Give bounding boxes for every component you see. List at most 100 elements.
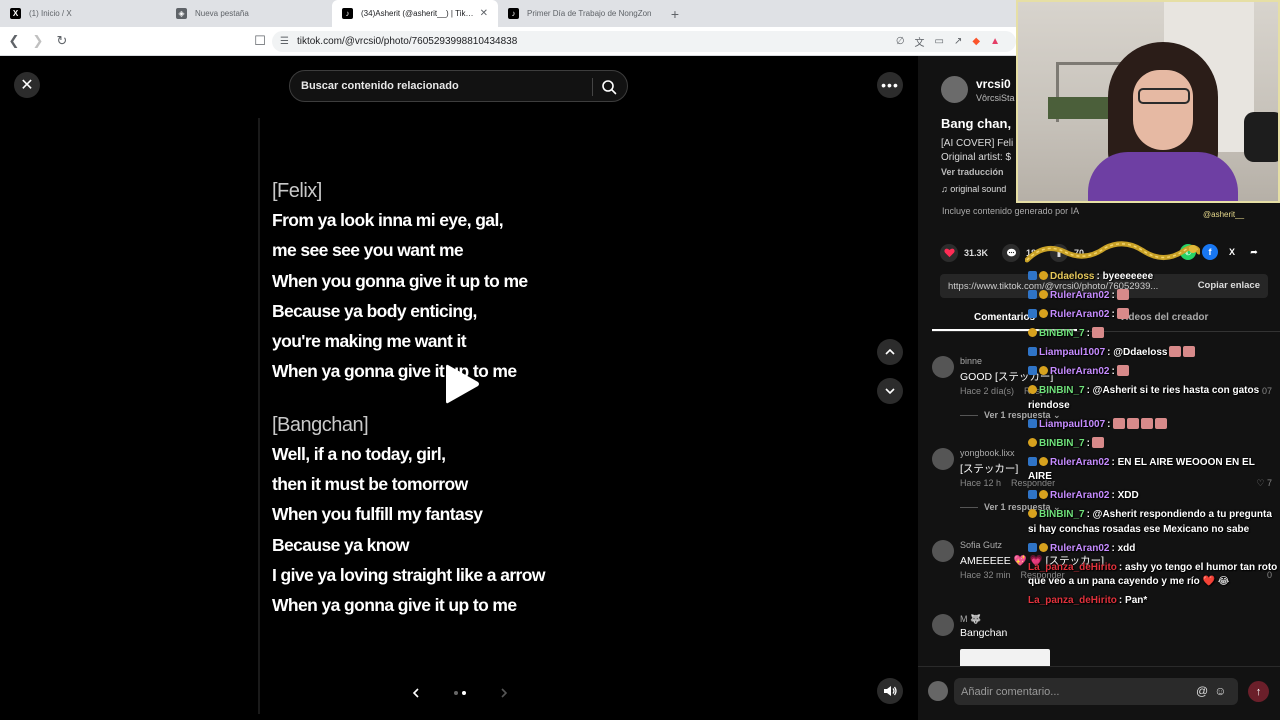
comment-time: Hace 2 día(s)	[960, 386, 1015, 396]
screen-icon[interactable]: ▭	[935, 36, 944, 47]
chat-username[interactable]: Liampaul1007	[1039, 419, 1105, 430]
chevron-left-icon[interactable]	[410, 687, 422, 699]
prime-badge-icon	[1028, 347, 1037, 356]
chat-emote-icon	[1154, 417, 1167, 429]
forward-icon[interactable]: ❯	[28, 31, 48, 51]
facebook-icon[interactable]: f	[1202, 244, 1218, 260]
sub-badge-icon	[1028, 437, 1037, 447]
chat-emote-icon	[1183, 346, 1196, 357]
see-translation-link[interactable]: Ver traducción	[941, 167, 1004, 177]
related-search-input[interactable]	[301, 80, 591, 92]
site-info-icon[interactable]: ☰	[280, 36, 289, 47]
reload-icon[interactable]: ↻	[52, 31, 72, 51]
browser-tab[interactable]: ♪ Primer Día de Trabajo de NongZon	[498, 0, 664, 27]
chat-username[interactable]: RulerAran02	[1050, 543, 1109, 554]
x-logo-icon: X	[10, 8, 21, 19]
mention-icon[interactable]: @	[1196, 684, 1208, 698]
chat-username[interactable]: BINBIN_7	[1039, 328, 1085, 339]
emoji-icon[interactable]: ☺	[1214, 684, 1226, 698]
rewards-icon[interactable]: ▲	[990, 36, 1000, 47]
comment-avatar[interactable]	[932, 614, 954, 636]
play-icon[interactable]	[442, 361, 482, 407]
back-icon[interactable]: ❮	[4, 31, 24, 51]
volume-button[interactable]	[877, 678, 903, 704]
related-search-bar[interactable]	[289, 70, 628, 102]
prime-badge-icon	[1028, 418, 1037, 428]
sub-badge-icon	[1039, 290, 1048, 299]
search-icon[interactable]	[601, 79, 617, 95]
lyrics-line: Because ya body enticing,	[272, 300, 477, 321]
brave-shield-icon[interactable]: ◆	[972, 36, 980, 47]
post-title: Bang chan,	[941, 116, 1012, 131]
sound-link[interactable]: ♫ original sound	[941, 184, 1006, 194]
no-tracking-icon[interactable]: ∅	[896, 36, 905, 47]
close-tab-icon[interactable]: ✕	[480, 8, 488, 19]
post-description-line: Original artist: $	[941, 152, 1012, 163]
next-post-button[interactable]	[877, 378, 903, 404]
bookmark-icon[interactable]: ☐	[250, 31, 270, 51]
more-options-button[interactable]: •••	[877, 72, 903, 98]
address-url: tiktok.com/@vrcsi0/photo/760529399881043…	[296, 36, 518, 47]
chat-username[interactable]: BINBIN_7	[1039, 509, 1085, 520]
comment-author[interactable]: Sofia Gutz	[960, 540, 1002, 550]
browser-tab-title: Nueva pestaña	[195, 9, 249, 18]
volume-icon	[884, 686, 897, 696]
photo-slide[interactable]: [Felix] From ya look inna mi eye, gal, me …	[258, 118, 658, 714]
chat-username[interactable]: RulerAran02	[1050, 290, 1109, 301]
chat-username[interactable]: La_panza_deHirito	[1028, 562, 1117, 573]
stream-chat: Ddaeloss: byeeeeeee RulerAran02: RulerAran…	[1028, 270, 1280, 613]
address-bar[interactable]: ☰ tiktok.com/@vrcsi0/photo/7605293998810…	[272, 31, 1016, 52]
comment-button[interactable]	[1002, 244, 1021, 262]
comment-author[interactable]: M 🐺	[960, 614, 981, 625]
pager-dot[interactable]	[454, 691, 458, 695]
chat-message: La_panza_deHirito: Pan*	[1028, 594, 1280, 609]
chat-message: RulerAran02:	[1028, 365, 1280, 380]
x-share-icon[interactable]: X	[1224, 244, 1240, 260]
browser-tab[interactable]: ◈ Nueva pestaña	[166, 0, 332, 27]
chat-message: RulerAran02:	[1028, 289, 1280, 304]
close-viewer-button[interactable]: ✕	[14, 72, 40, 98]
comment-text: Bangchan	[960, 627, 1008, 639]
pager-dots	[454, 691, 466, 695]
lyrics-line: me see see you want me	[272, 240, 464, 261]
share-icon[interactable]: ↗	[954, 36, 962, 47]
lyrics-line: Well, if a no today, girl,	[272, 443, 446, 464]
prime-badge-icon	[1028, 271, 1037, 280]
chat-username[interactable]: RulerAran02	[1050, 457, 1109, 468]
translate-icon[interactable]: 文	[915, 34, 925, 49]
share-arrow-icon[interactable]: ➦	[1246, 244, 1262, 260]
pager-dot[interactable]	[462, 691, 466, 695]
comment-avatar[interactable]	[932, 448, 954, 470]
browser-tab[interactable]: X (1) Inicio / X	[0, 0, 166, 27]
comment-author[interactable]: binne	[960, 356, 982, 366]
sub-badge-icon	[1039, 456, 1048, 466]
chat-emote-icon	[1091, 436, 1104, 448]
chat-username[interactable]: BINBIN_7	[1039, 438, 1085, 449]
chat-username[interactable]: RulerAran02	[1050, 309, 1109, 320]
tiktok-logo-icon: ♪	[342, 8, 353, 19]
like-button[interactable]	[940, 244, 958, 262]
chat-text: :	[1107, 418, 1111, 430]
comment-avatar[interactable]	[932, 540, 954, 562]
chat-username[interactable]: BINBIN_7	[1039, 385, 1085, 396]
author-handle: VôrcsiSta	[976, 93, 1015, 103]
chat-message: BINBIN_7: @Asherit respondiendo a tu pre…	[1028, 508, 1280, 537]
comment-text: [ステッカー]	[960, 463, 1019, 475]
browser-tab[interactable]: ♪ (34)Asherit (@asherit__) | TikTok ✕	[332, 0, 498, 27]
chat-message: Liampaul1007:	[1028, 417, 1280, 433]
author-avatar[interactable]	[941, 76, 968, 103]
comment-avatar[interactable]	[932, 356, 954, 378]
author-name[interactable]: vrcsi0	[976, 77, 1011, 91]
chevron-up-icon	[885, 348, 895, 355]
post-comment-button[interactable]: ↑	[1248, 681, 1269, 702]
chat-username[interactable]: La_panza_deHirito	[1028, 595, 1117, 606]
chat-username[interactable]: RulerAran02	[1050, 366, 1109, 377]
previous-post-button[interactable]	[877, 339, 903, 365]
new-tab-icon[interactable]: +	[664, 0, 686, 27]
chevron-right-icon[interactable]	[498, 687, 510, 699]
sub-badge-icon	[1039, 490, 1048, 499]
comment-author[interactable]: yongbook.lixx	[960, 448, 1015, 458]
chat-username[interactable]: Ddaeloss	[1050, 271, 1094, 282]
chat-username[interactable]: RulerAran02	[1050, 490, 1109, 501]
chat-username[interactable]: Liampaul1007	[1039, 347, 1105, 358]
